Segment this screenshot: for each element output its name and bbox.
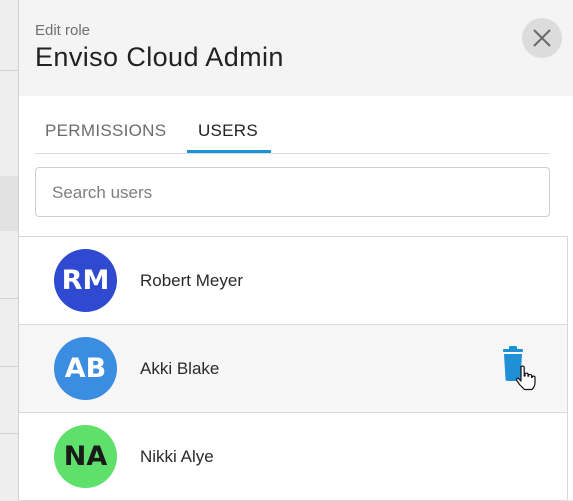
user-name: Robert Meyer xyxy=(140,271,243,290)
user-name: Nikki Alye xyxy=(140,447,214,466)
page-title: Enviso Cloud Admin xyxy=(35,42,284,72)
background-divider xyxy=(0,366,18,367)
user-row[interactable]: AB Akki Blake xyxy=(19,325,567,413)
search-field xyxy=(35,167,550,218)
user-name: Akki Blake xyxy=(140,359,220,378)
background-divider xyxy=(0,298,18,299)
background-shade xyxy=(0,176,18,231)
user-list: RM Robert Meyer AB Akki Blake NA Nikki A… xyxy=(19,236,568,501)
user-row[interactable]: RM Robert Meyer xyxy=(19,237,567,325)
tab-permissions[interactable]: PERMISSIONS xyxy=(45,115,166,153)
background-divider xyxy=(0,433,18,434)
background-divider xyxy=(0,70,18,71)
search-input[interactable] xyxy=(50,168,534,218)
tab-bar: PERMISSIONS USERS xyxy=(35,115,550,154)
panel-eyebrow: Edit role xyxy=(35,22,91,39)
close-button[interactable] xyxy=(522,18,562,58)
avatar: NA xyxy=(54,425,117,488)
background-page xyxy=(0,0,19,500)
avatar: RM xyxy=(54,249,117,312)
hand-pointer-cursor xyxy=(515,365,536,391)
avatar: AB xyxy=(54,337,117,400)
panel-header: Edit role Enviso Cloud Admin xyxy=(19,0,573,96)
user-row[interactable]: NA Nikki Alye xyxy=(19,413,567,501)
close-icon xyxy=(533,29,551,47)
tab-users[interactable]: USERS xyxy=(186,115,270,153)
edit-role-panel: Edit role Enviso Cloud Admin PERMISSIONS… xyxy=(18,0,573,501)
active-tab-indicator xyxy=(187,150,271,153)
